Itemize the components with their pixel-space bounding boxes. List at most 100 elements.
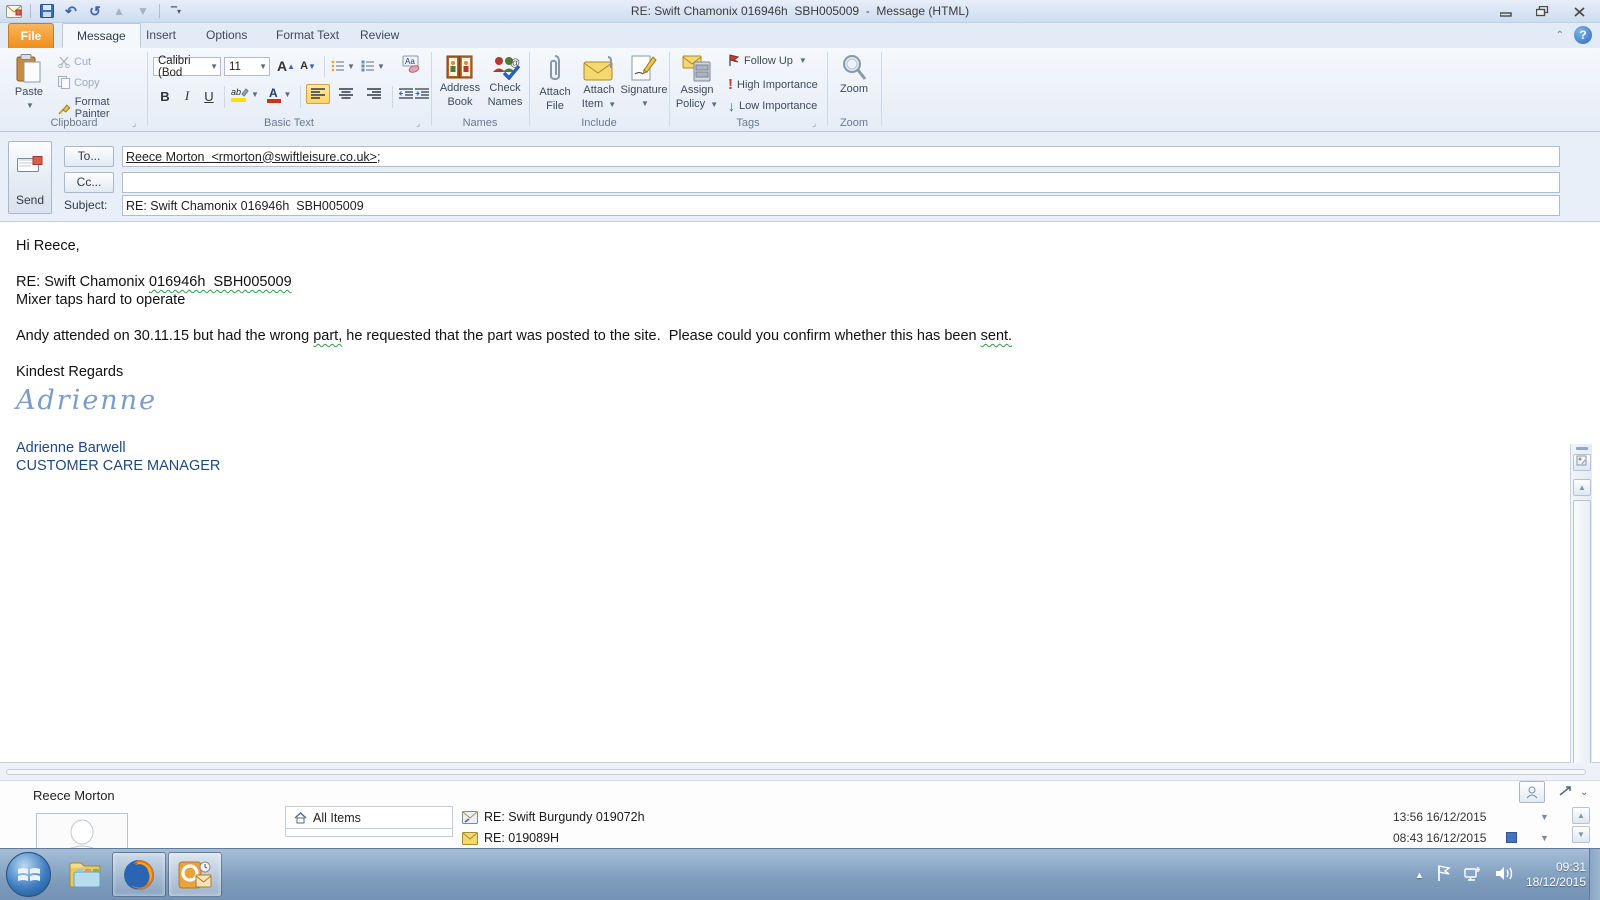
list-scroll-up-button[interactable]: ▲ xyxy=(1572,807,1590,824)
tab-review[interactable]: Review xyxy=(346,23,413,48)
action-center-flag-icon[interactable] xyxy=(1436,865,1452,885)
shrink-font-button[interactable]: A ▼ xyxy=(298,56,318,76)
close-button[interactable] xyxy=(1565,3,1594,20)
font-name-combo[interactable]: Calibri (Bod ▼ xyxy=(153,55,221,79)
zoom-button[interactable]: Zoom xyxy=(833,54,875,95)
pane-options-chevron-icon[interactable]: ⌄ xyxy=(1580,787,1588,798)
cc-field[interactable] xyxy=(122,172,1560,193)
reference-line: RE: Swift Chamonix 016946h SBH005009 xyxy=(16,274,292,290)
windows-flag-icon xyxy=(17,867,40,881)
grow-font-button[interactable]: A ▲ xyxy=(276,56,296,76)
expand-pane-icon[interactable] xyxy=(1558,785,1572,800)
taskbar-firefox-button[interactable] xyxy=(112,852,166,897)
text-highlight-button[interactable]: ab ▼ xyxy=(230,84,260,104)
low-importance-button[interactable]: ↓ Low Importance xyxy=(728,98,817,114)
attach-file-button[interactable]: Attach File xyxy=(534,54,576,112)
email-datetime: 08:43 16/12/2015 xyxy=(1393,831,1487,845)
splitter-grab-bar[interactable] xyxy=(6,769,1586,775)
show-desktop-button[interactable] xyxy=(1589,849,1600,900)
attach-item-button[interactable]: Attach Item ▼ xyxy=(578,54,620,111)
send-button[interactable]: Send xyxy=(8,141,52,214)
font-size-combo[interactable]: 11 ▼ xyxy=(224,57,270,76)
to-button[interactable]: To... xyxy=(64,146,114,167)
underline-button[interactable]: U xyxy=(200,86,218,106)
check-names-button[interactable]: @ Check Names xyxy=(484,54,526,108)
tab-partial-hidden[interactable] xyxy=(285,829,453,837)
restore-button[interactable] xyxy=(1528,3,1557,20)
text-highlight-icon: ab xyxy=(231,87,249,102)
follow-up-button[interactable]: Follow Up ▼ xyxy=(728,54,807,67)
high-importance-button[interactable]: ! High Importance xyxy=(728,76,818,93)
help-icon[interactable]: ? xyxy=(1574,26,1592,44)
signature-name: Adrienne Barwell xyxy=(16,440,126,456)
to-recipient: Reece Morton <rmorton@swiftleisure.co.uk… xyxy=(126,149,381,164)
align-right-button[interactable] xyxy=(362,84,386,104)
address-book-button[interactable]: Address Book xyxy=(438,54,482,108)
handwritten-signature: Adrienne xyxy=(16,385,158,416)
volume-icon[interactable] xyxy=(1495,865,1514,885)
italic-button[interactable]: I xyxy=(178,86,196,106)
signature-button[interactable]: Signature ▼ xyxy=(620,54,668,110)
clock-time: 09:31 xyxy=(1555,860,1586,874)
network-icon[interactable] xyxy=(1464,865,1483,885)
contact-name: Reece Morton xyxy=(33,788,115,803)
taskbar-outlook-button[interactable] xyxy=(168,852,222,897)
tab-insert[interactable]: Insert xyxy=(132,23,190,48)
subject-field[interactable]: RE: Swift Chamonix 016946h SBH005009 xyxy=(122,195,1560,216)
start-button[interactable] xyxy=(6,852,51,897)
to-field[interactable]: Reece Morton <rmorton@swiftleisure.co.uk… xyxy=(122,146,1560,167)
split-handle[interactable] xyxy=(1576,447,1588,450)
align-left-button[interactable] xyxy=(306,84,330,104)
bold-button[interactable]: B xyxy=(156,86,174,106)
message-body[interactable]: Hi Reece, RE: Swift Chamonix 016946h SBH… xyxy=(0,222,1600,900)
show-hidden-icons-button[interactable]: ▲ xyxy=(1415,870,1424,880)
group-clipboard: Paste ▼ Cut Copy Format Painter Clipboar… xyxy=(2,48,146,131)
low-importance-icon: ↓ xyxy=(728,98,735,114)
tags-dialog-launcher[interactable]: ⌟ xyxy=(812,118,822,128)
minimize-button[interactable] xyxy=(1491,3,1520,20)
tab-message[interactable]: Message xyxy=(62,23,141,48)
subject-value: RE: Swift Chamonix 016946h SBH005009 xyxy=(126,198,364,213)
browse-object-icon[interactable] xyxy=(1573,454,1591,471)
assign-policy-button[interactable]: Assign Policy ▼ xyxy=(674,54,720,111)
tab-format-text[interactable]: Format Text xyxy=(262,23,353,48)
clock-date: 18/12/2015 xyxy=(1525,875,1586,889)
cc-button[interactable]: Cc... xyxy=(64,172,114,193)
paste-button[interactable]: Paste ▼ xyxy=(8,54,50,112)
taskbar-clock[interactable]: 09:31 18/12/2015 xyxy=(1526,860,1586,890)
photo-silhouette-icon xyxy=(62,819,102,852)
contact-card-button[interactable] xyxy=(1519,781,1545,803)
tab-all-items[interactable]: All Items xyxy=(285,806,453,829)
zoom-icon xyxy=(843,55,867,80)
cut-button[interactable]: Cut xyxy=(58,56,91,68)
message-header: Send To... Reece Morton <rmorton@swiftle… xyxy=(0,132,1600,222)
increase-indent-button[interactable] xyxy=(414,84,430,104)
scroll-up-button[interactable]: ▲ xyxy=(1573,479,1591,496)
system-tray: ▲ 09:31 18/12/2015 xyxy=(1415,849,1586,900)
basic-text-dialog-launcher[interactable]: ⌟ xyxy=(416,118,426,128)
high-importance-icon: ! xyxy=(728,76,733,93)
paragraph-line: Andy attended on 30.11.15 but had the wr… xyxy=(16,328,1013,344)
copy-button[interactable]: Copy xyxy=(58,76,100,89)
category-color-square xyxy=(1506,832,1517,843)
bullets-button[interactable]: ▼ xyxy=(330,56,356,76)
numbering-button[interactable]: ▼ xyxy=(360,56,386,76)
reference-code: 016946h SBH005009 xyxy=(148,274,292,290)
taskbar-explorer-button[interactable] xyxy=(60,852,114,897)
copy-icon xyxy=(58,76,70,89)
tab-file[interactable]: File xyxy=(8,23,54,48)
align-center-button[interactable] xyxy=(334,84,358,104)
minimize-ribbon-icon[interactable]: ⌃ xyxy=(1556,30,1564,41)
pane-splitter[interactable] xyxy=(0,763,1600,780)
email-row-dropdown-icon[interactable]: ▼ xyxy=(1540,812,1549,822)
clipboard-dialog-launcher[interactable]: ⌟ xyxy=(132,118,142,128)
email-row-dropdown-icon[interactable]: ▼ xyxy=(1540,833,1549,843)
increase-indent-icon xyxy=(415,88,429,99)
ribbon: Paste ▼ Cut Copy Format Painter Clipboar… xyxy=(0,48,1600,132)
numbering-icon xyxy=(361,60,375,72)
decrease-indent-button[interactable] xyxy=(398,84,414,104)
clear-formatting-button[interactable]: Aa xyxy=(398,54,424,74)
tab-options[interactable]: Options xyxy=(192,23,261,48)
font-color-button[interactable]: A ▼ xyxy=(264,84,294,104)
list-scroll-down-button[interactable]: ▼ xyxy=(1572,826,1590,843)
